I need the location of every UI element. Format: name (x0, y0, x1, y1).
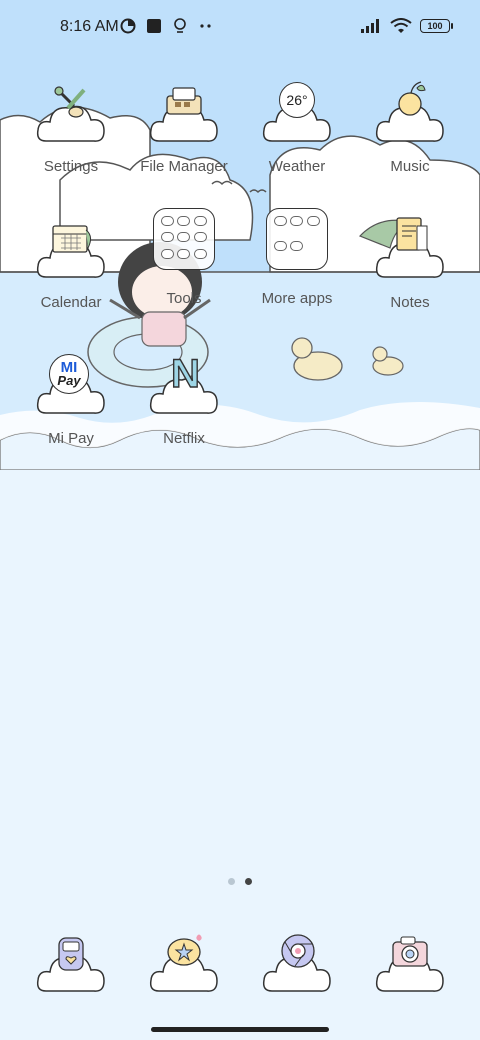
phone-icon (58, 937, 84, 971)
netflix-logo: N (170, 351, 200, 396)
weather-temp: 26° (286, 92, 308, 108)
dock-browser[interactable] (262, 934, 332, 996)
netflix-icon: N (149, 351, 219, 418)
mini-app-icon (161, 216, 174, 226)
app-calendar[interactable]: Calendar (16, 222, 126, 342)
folder-tools[interactable]: Tools (129, 208, 239, 346)
page-indicator[interactable] (228, 878, 252, 885)
app-label: File Manager (140, 158, 228, 175)
mini-app-icon (306, 216, 320, 226)
battery-icon: 100 (420, 19, 453, 33)
weather-icon: 26° (262, 82, 332, 146)
app-label: Notes (390, 294, 430, 311)
dock-messages[interactable] (149, 934, 219, 996)
dock-phone[interactable] (36, 936, 106, 996)
app-label: Netflix (163, 430, 205, 447)
folder-icon (149, 208, 219, 286)
battery-level: 100 (427, 21, 443, 31)
signal-icon (361, 19, 379, 33)
camera-icon (392, 936, 428, 967)
status-left-icons (120, 18, 214, 34)
mini-app-icon (274, 216, 287, 226)
app-label: More apps (261, 290, 333, 307)
mini-app-icon (193, 232, 207, 243)
mi-pay-icon: MI Pay (36, 354, 106, 418)
chrome-icon (281, 934, 315, 968)
mi-pay-logo-bottom: Pay (57, 372, 81, 388)
folder-preview (266, 208, 328, 270)
more-dots-icon (200, 24, 211, 28)
notes-icon (375, 217, 445, 282)
folder-icon (262, 208, 332, 286)
status-right-icons: 100 (360, 18, 453, 34)
mini-app-icon (161, 232, 174, 243)
app-label: Mi Pay (48, 430, 94, 447)
page-dot[interactable] (228, 878, 235, 885)
mini-app-icon (161, 248, 174, 259)
app-label: Tools (166, 290, 202, 307)
app-weather[interactable]: 26° Weather (242, 82, 352, 206)
status-bar: 8:16 AM 100 (0, 0, 480, 56)
data-saver-icon (120, 18, 136, 34)
app-label: Settings (43, 158, 99, 175)
folder-more-apps[interactable]: More apps (242, 208, 352, 346)
wifi-icon (390, 18, 412, 33)
app-label: Weather (268, 158, 326, 175)
mini-app-icon (177, 216, 191, 226)
mini-app-icon (193, 248, 207, 259)
dock-camera[interactable] (375, 936, 445, 996)
status-time: 8:16 AM (60, 18, 119, 35)
folder-box-icon (149, 86, 219, 146)
calendar-icon (36, 222, 106, 282)
home-indicator[interactable] (151, 1027, 329, 1032)
folder-preview (153, 208, 215, 270)
mini-app-icon (274, 240, 287, 251)
page-dot-active[interactable] (245, 878, 252, 885)
app-settings[interactable]: Settings (16, 86, 126, 206)
music-icon (375, 81, 445, 146)
mini-app-icon (290, 240, 304, 251)
mini-app-icon (177, 232, 191, 243)
app-notes[interactable]: Notes (355, 217, 465, 342)
message-icon (167, 934, 202, 966)
mini-app-icon (290, 216, 304, 226)
app-mi-pay[interactable]: MI Pay Mi Pay (16, 354, 126, 478)
settings-icon (36, 86, 106, 146)
app-label: Music (390, 158, 430, 175)
square-notification-icon (147, 19, 161, 33)
lightbulb-icon (174, 18, 186, 33)
app-netflix[interactable]: N Netflix (129, 351, 239, 478)
app-file-manager[interactable]: File Manager (129, 86, 239, 206)
app-music[interactable]: Music (355, 81, 465, 206)
mini-app-icon (193, 216, 207, 226)
mini-app-icon (177, 248, 191, 259)
app-label: Calendar (40, 294, 102, 311)
